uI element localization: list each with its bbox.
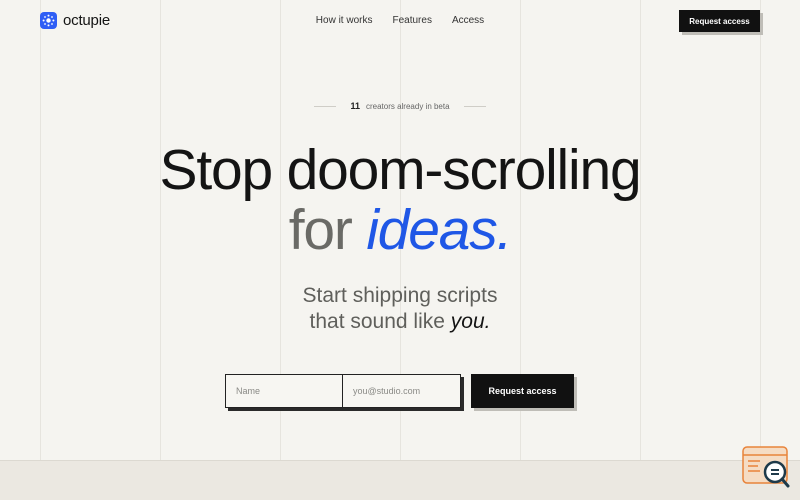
hero-line-2: for ideas.: [0, 200, 800, 260]
form-request-access-button[interactable]: Request access: [471, 374, 574, 408]
search-chat-icon[interactable]: [742, 445, 792, 490]
subheading-emphasis: you.: [450, 310, 491, 333]
name-input[interactable]: [225, 374, 343, 408]
site-header: octupie How it works Features Access Req…: [0, 0, 800, 42]
subheading-line-2: that sound like you.: [0, 309, 800, 335]
footer-strip: [0, 460, 800, 500]
request-access-form: Request access: [225, 374, 574, 408]
subheading-line-2-prefix: that sound like: [309, 310, 445, 333]
nav-features[interactable]: Features: [392, 15, 431, 26]
nav-how-it-works[interactable]: How it works: [316, 15, 373, 26]
subheading-line-1: Start shipping scripts: [302, 284, 498, 307]
nav-access[interactable]: Access: [452, 15, 484, 26]
beta-text: creators already in beta: [365, 101, 450, 111]
email-input[interactable]: [343, 374, 461, 408]
divider: [463, 105, 486, 107]
hero-line-2-prefix: for: [288, 198, 353, 262]
form-fields: [225, 374, 461, 408]
divider: [314, 105, 337, 107]
hero-subheading: Start shipping scripts that sound like y…: [0, 283, 800, 335]
beta-counter: 11 creators already in beta: [0, 101, 800, 111]
hero-accent-word: ideas.: [366, 198, 512, 262]
beta-count: 11: [350, 101, 360, 111]
hero-line-1: Stop doom-scrolling: [159, 138, 642, 202]
hero-headline: Stop doom-scrolling for ideas.: [0, 140, 800, 260]
header-request-access-button[interactable]: Request access: [679, 10, 760, 32]
